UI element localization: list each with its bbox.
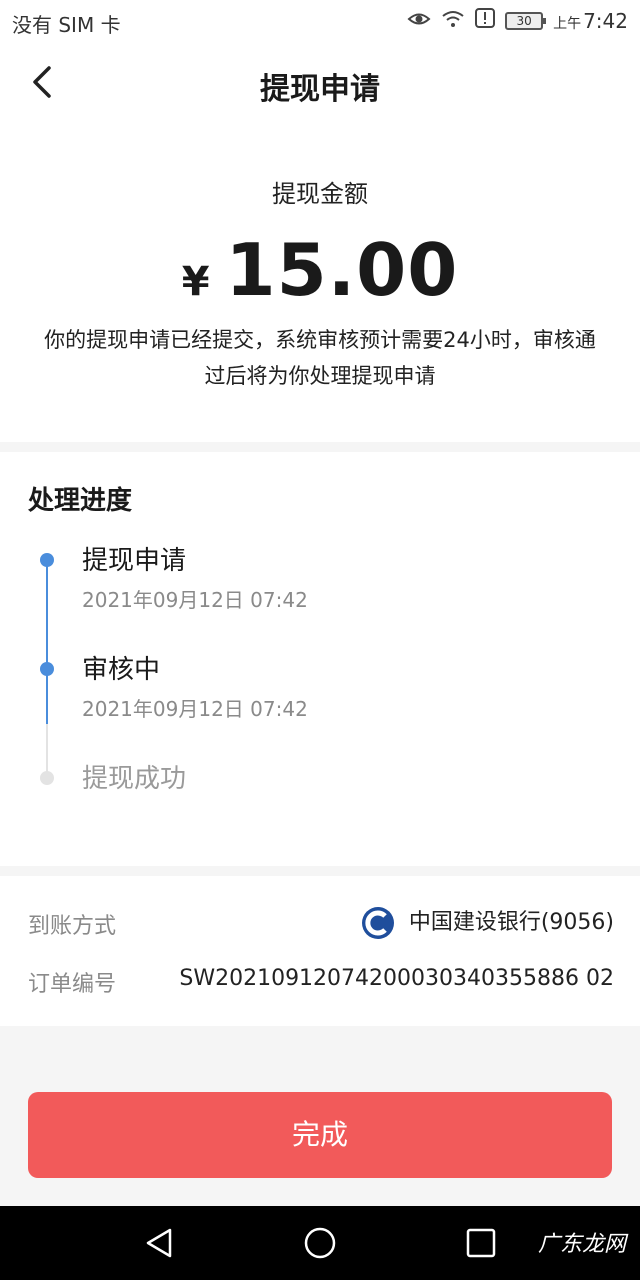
carrier-label: 没有 SIM 卡 bbox=[12, 13, 121, 37]
recents-square-icon[interactable] bbox=[464, 1226, 498, 1260]
status-icons: 30 上午 7:42 bbox=[407, 8, 628, 33]
step-time: 2021年09月12日 07:42 bbox=[82, 588, 308, 612]
amount-card: 提现金额 ¥ 15.00 你的提现申请已经提交，系统审核预计需要24小时，审核通… bbox=[0, 120, 640, 442]
method-value-text: 中国建设银行(9056) bbox=[408, 910, 614, 935]
timeline-dot-done bbox=[40, 662, 54, 676]
clock: 上午 7:42 bbox=[553, 9, 628, 33]
info-card: 到账方式 中国建设银行(9056) 订单编号 SW202109120742000… bbox=[0, 876, 640, 1026]
order-number: SW20210912074200030340355886 02 bbox=[179, 966, 614, 991]
system-nav-bar: 广东龙网 bbox=[0, 1206, 640, 1280]
amount-label: 提现金额 bbox=[272, 180, 368, 208]
progress-card: 处理进度 提现申请 2021年09月12日 07:42 审核中 2021年09月… bbox=[0, 452, 640, 866]
timeline-line-active bbox=[46, 560, 48, 724]
method-label: 到账方式 bbox=[28, 914, 117, 939]
step-title: 提现成功 bbox=[82, 764, 187, 794]
back-triangle-icon[interactable] bbox=[142, 1226, 176, 1260]
order-label: 订单编号 bbox=[28, 972, 117, 997]
page-title: 提现申请 bbox=[260, 72, 380, 107]
ccb-bank-icon bbox=[361, 907, 394, 939]
step-title: 提现申请 bbox=[82, 546, 187, 576]
wifi-icon bbox=[441, 9, 465, 33]
timeline-dot-done bbox=[40, 553, 54, 567]
home-circle-icon[interactable] bbox=[303, 1226, 337, 1260]
progress-title: 处理进度 bbox=[28, 486, 133, 516]
timeline-line-inactive bbox=[46, 724, 48, 778]
eye-icon bbox=[407, 9, 431, 33]
amount-row: ¥ 15.00 bbox=[0, 228, 640, 312]
step-time: 2021年09月12日 07:42 bbox=[82, 697, 308, 721]
amount-value: 15.00 bbox=[225, 228, 459, 312]
timeline-dot-pending bbox=[40, 771, 54, 785]
time-value: 7:42 bbox=[583, 8, 628, 33]
time-prefix: 上午 bbox=[553, 15, 582, 32]
amount-note: 你的提现申请已经提交，系统审核预计需要24小时，审核通过后将为你处理提现申请 bbox=[44, 328, 596, 388]
done-button[interactable]: 完成 bbox=[28, 1092, 612, 1178]
watermark: 广东龙网 bbox=[537, 1232, 626, 1257]
alert-icon bbox=[475, 8, 496, 33]
status-bar: 没有 SIM 卡 30 上午 7:42 bbox=[0, 0, 640, 44]
step-title: 审核中 bbox=[82, 655, 161, 685]
nav-bar: 提现申请 bbox=[0, 44, 640, 120]
battery-icon: 30 bbox=[505, 11, 547, 30]
method-value: 中国建设银行(9056) bbox=[361, 904, 614, 940]
currency-symbol: ¥ bbox=[181, 259, 210, 305]
